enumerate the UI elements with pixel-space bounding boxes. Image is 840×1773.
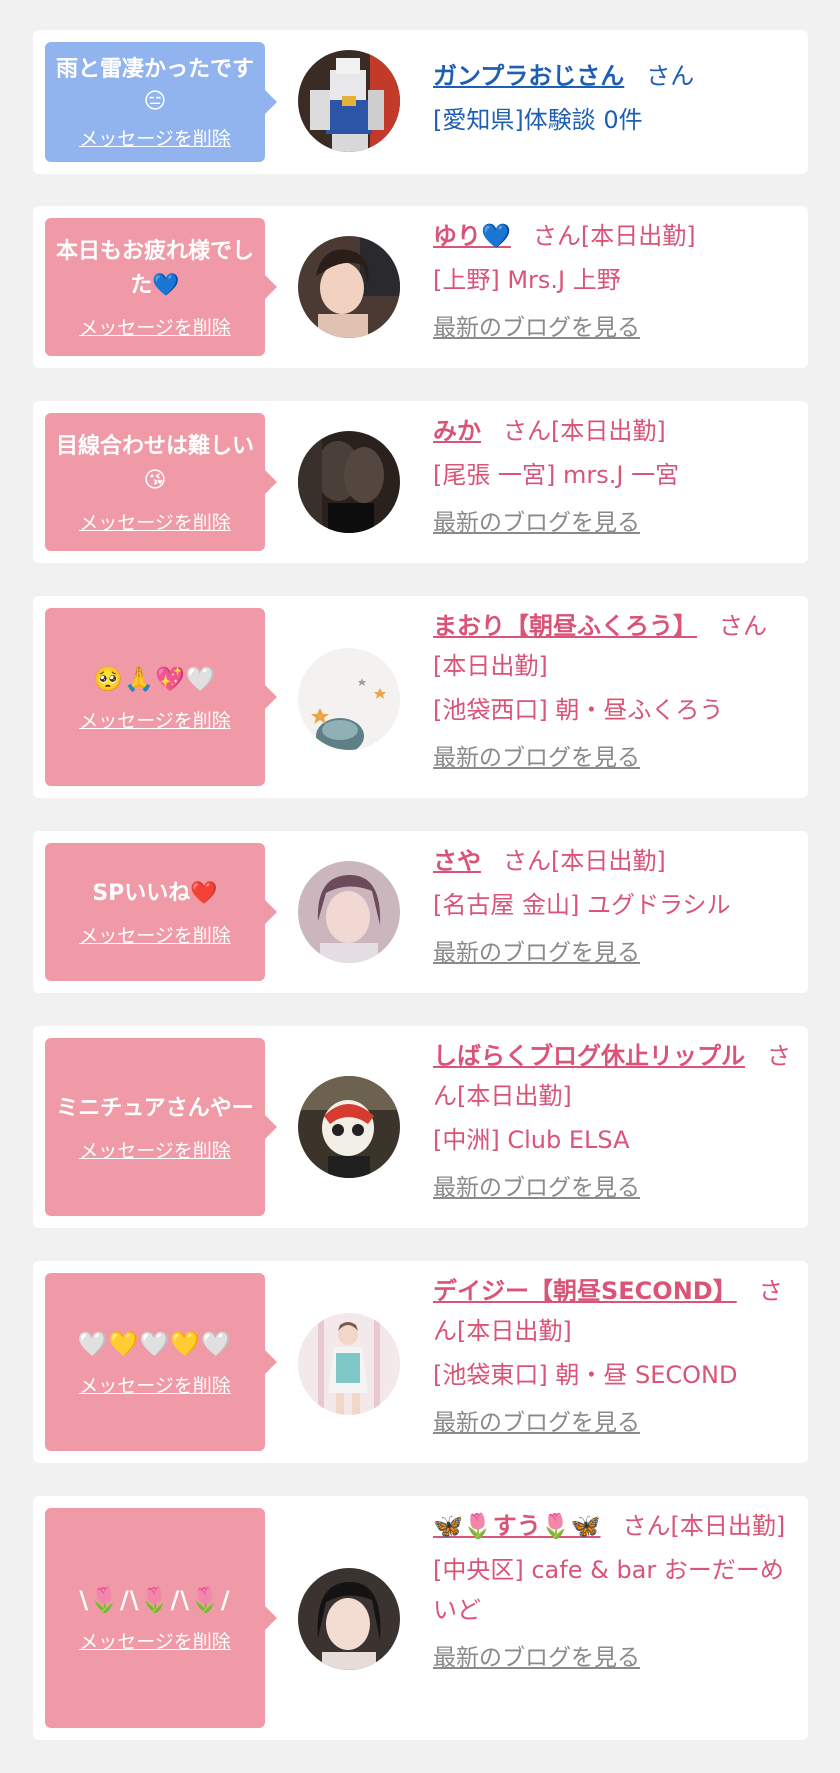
message-bubble: \🌷/\🌷/\🌷/ メッセージを削除 bbox=[45, 1508, 277, 1728]
sender-info: デイジー【朝昼SECOND】 さん[本日出勤] [池袋東口] 朝・昼 SECOND… bbox=[433, 1271, 798, 1443]
latest-blog-link[interactable]: 最新のブログを見る bbox=[433, 308, 798, 348]
sender-info: みか さん[本日出勤] [尾張 一宮] mrs.J 一宮 最新のブログを見る bbox=[433, 411, 798, 543]
message-card: 🤍💛🤍💛🤍 メッセージを削除 デイジー【朝昼SECOND】 さん[本日出勤] [池… bbox=[33, 1261, 808, 1463]
woman-photo-icon bbox=[298, 861, 400, 963]
avatar[interactable] bbox=[298, 236, 400, 338]
message-card: 目線合わせは難しい😘 メッセージを削除 みか さん[本日出勤] [尾張 一宮] m… bbox=[33, 401, 808, 563]
avatar[interactable] bbox=[298, 1076, 400, 1178]
woman-standing-photo-icon bbox=[298, 1313, 400, 1415]
delete-message-link[interactable]: メッセージを削除 bbox=[79, 1627, 231, 1654]
sender-location: [中央区] cafe & bar おーだーめいど bbox=[433, 1556, 784, 1624]
mask-photo-icon bbox=[298, 1076, 400, 1178]
sender-location: [中洲] Club ELSA bbox=[433, 1126, 630, 1154]
message-card: ミニチュアさんやー メッセージを削除 しばらくブログ休止リップル さん[本日出勤]… bbox=[33, 1026, 808, 1228]
message-bubble: 🤍💛🤍💛🤍 メッセージを削除 bbox=[45, 1273, 277, 1451]
avatar[interactable] bbox=[298, 1313, 400, 1415]
sender-name-link[interactable]: しばらくブログ休止リップル bbox=[433, 1042, 745, 1070]
sender-info: まおり【朝昼ふくろう】 さん[本日出勤] [池袋西口] 朝・昼ふくろう 最新のブロ… bbox=[433, 606, 798, 778]
sender-suffix: さん bbox=[646, 62, 695, 90]
gundam-photo-icon bbox=[298, 50, 400, 152]
message-text: 🥺🙏💖🤍 bbox=[93, 664, 217, 693]
sender-name-link[interactable]: ガンプラおじさん bbox=[433, 62, 624, 90]
message-text: 雨と雷凄かったです😑 bbox=[55, 56, 254, 114]
sender-info: さや さん[本日出勤] [名古屋 金山] ユグドラシル 最新のブログを見る bbox=[433, 841, 798, 973]
avatar[interactable] bbox=[298, 861, 400, 963]
sender-info: ガンプラおじさん さん [愛知県]体験談 0件 bbox=[433, 56, 798, 140]
message-card: 🥺🙏💖🤍 メッセージを削除 まおり【朝昼ふくろう】 さん[本日出勤] [池袋西口]… bbox=[33, 596, 808, 798]
message-text: SPいいね❤️ bbox=[92, 880, 218, 906]
sender-name-link[interactable]: ゆり💙 bbox=[433, 222, 511, 250]
sender-location: [名古屋 金山] ユグドラシル bbox=[433, 891, 731, 919]
delete-message-link[interactable]: メッセージを削除 bbox=[79, 313, 231, 340]
message-bubble: SPいいね❤️ メッセージを削除 bbox=[45, 843, 277, 981]
sender-suffix: さん[本日出勤] bbox=[503, 417, 666, 445]
message-text: \🌷/\🌷/\🌷/ bbox=[79, 1585, 231, 1614]
message-text: 目線合わせは難しい😘 bbox=[55, 433, 254, 493]
sender-location: [池袋西口] 朝・昼ふくろう bbox=[433, 696, 724, 724]
message-card: 雨と雷凄かったです😑 メッセージを削除 ガンプラおじさん さん [愛知県]体験談 … bbox=[33, 30, 808, 174]
sender-location: [愛知県]体験談 0件 bbox=[433, 106, 643, 134]
message-bubble: 雨と雷凄かったです😑 メッセージを削除 bbox=[45, 42, 277, 162]
delete-message-link[interactable]: メッセージを削除 bbox=[79, 508, 231, 535]
delete-message-link[interactable]: メッセージを削除 bbox=[79, 921, 231, 948]
sender-suffix: さん[本日出勤] bbox=[503, 847, 666, 875]
sender-name-link[interactable]: デイジー【朝昼SECOND】 bbox=[433, 1277, 737, 1305]
message-bubble: ミニチュアさんやー メッセージを削除 bbox=[45, 1038, 277, 1216]
avatar[interactable] bbox=[298, 1568, 400, 1670]
message-text: 🤍💛🤍💛🤍 bbox=[77, 1329, 233, 1358]
latest-blog-link[interactable]: 最新のブログを見る bbox=[433, 1638, 798, 1678]
sender-info: しばらくブログ休止リップル さん[本日出勤] [中洲] Club ELSA 最新の… bbox=[433, 1036, 798, 1208]
woman-photo-icon bbox=[298, 1568, 400, 1670]
stars-photo-icon bbox=[298, 648, 400, 750]
message-text: 本日もお疲れ様でした💙 bbox=[55, 238, 254, 298]
sender-info: 🦋🌷すう🌷🦋 さん[本日出勤] [中央区] cafe & bar おーだーめいど … bbox=[433, 1506, 798, 1678]
latest-blog-link[interactable]: 最新のブログを見る bbox=[433, 738, 798, 778]
sender-location: [上野] Mrs.J 上野 bbox=[433, 266, 621, 294]
latest-blog-link[interactable]: 最新のブログを見る bbox=[433, 1168, 798, 1208]
sender-info: ゆり💙 さん[本日出勤] [上野] Mrs.J 上野 最新のブログを見る bbox=[433, 216, 798, 348]
sender-suffix: さん[本日出勤] bbox=[532, 222, 696, 250]
latest-blog-link[interactable]: 最新のブログを見る bbox=[433, 1403, 798, 1443]
delete-message-link[interactable]: メッセージを削除 bbox=[79, 1136, 231, 1163]
message-text: ミニチュアさんやー bbox=[56, 1095, 254, 1121]
sender-name-link[interactable]: さや bbox=[433, 847, 481, 875]
delete-message-link[interactable]: メッセージを削除 bbox=[79, 1371, 231, 1398]
message-bubble: 本日もお疲れ様でした💙 メッセージを削除 bbox=[45, 218, 277, 356]
message-card: 本日もお疲れ様でした💙 メッセージを削除 ゆり💙 さん[本日出勤] [上野] Mr… bbox=[33, 206, 808, 368]
avatar[interactable] bbox=[298, 648, 400, 750]
woman-photo-icon bbox=[298, 236, 400, 338]
message-card: SPいいね❤️ メッセージを削除 さや さん[本日出勤] [名古屋 金山] ユグド… bbox=[33, 831, 808, 993]
latest-blog-link[interactable]: 最新のブログを見る bbox=[433, 933, 798, 973]
latest-blog-link[interactable]: 最新のブログを見る bbox=[433, 503, 798, 543]
message-bubble: 目線合わせは難しい😘 メッセージを削除 bbox=[45, 413, 277, 551]
sender-name-link[interactable]: みか bbox=[433, 417, 481, 445]
legs-photo-icon bbox=[298, 431, 400, 533]
message-bubble: 🥺🙏💖🤍 メッセージを削除 bbox=[45, 608, 277, 786]
delete-message-link[interactable]: メッセージを削除 bbox=[79, 706, 231, 733]
sender-name-link[interactable]: まおり【朝昼ふくろう】 bbox=[433, 612, 697, 640]
avatar[interactable] bbox=[298, 50, 400, 152]
delete-message-link[interactable]: メッセージを削除 bbox=[79, 124, 231, 151]
sender-suffix: さん[本日出勤] bbox=[622, 1512, 786, 1540]
sender-location: [池袋東口] 朝・昼 SECOND bbox=[433, 1361, 738, 1389]
avatar[interactable] bbox=[298, 431, 400, 533]
message-card: \🌷/\🌷/\🌷/ メッセージを削除 🦋🌷すう🌷🦋 さん[本日出勤] [中央区] … bbox=[33, 1496, 808, 1740]
sender-name-link[interactable]: 🦋🌷すう🌷🦋 bbox=[433, 1512, 601, 1540]
message-list: 雨と雷凄かったです😑 メッセージを削除 ガンプラおじさん さん [愛知県]体験談 … bbox=[0, 0, 840, 1773]
sender-location: [尾張 一宮] mrs.J 一宮 bbox=[433, 461, 680, 489]
